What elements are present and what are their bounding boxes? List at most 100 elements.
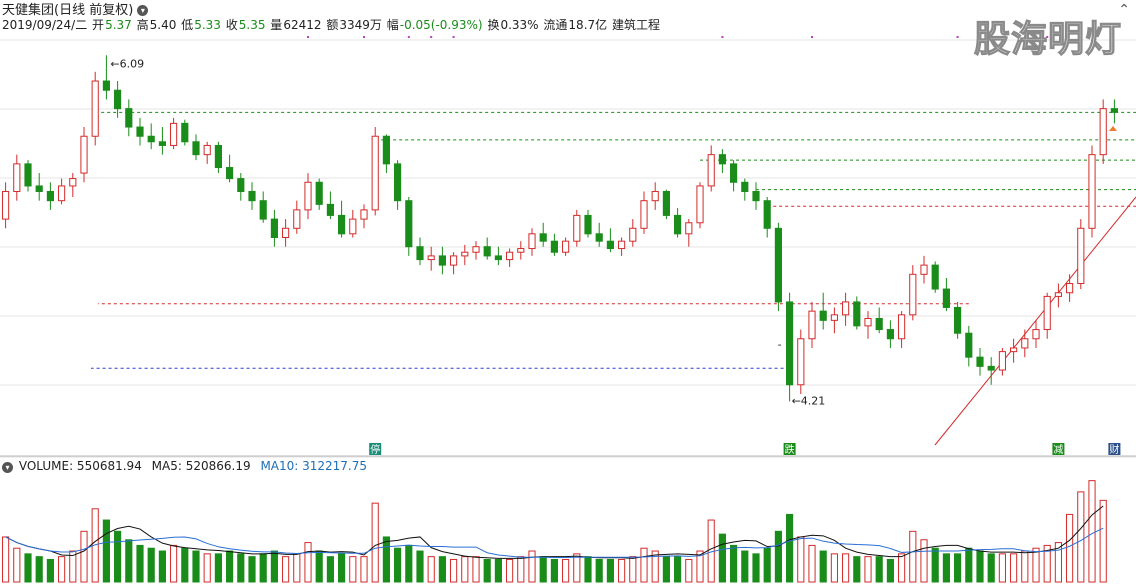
volume-bar xyxy=(326,556,334,583)
candle-body xyxy=(562,240,570,253)
open-value: 5.37 xyxy=(105,18,132,32)
volume-bar xyxy=(304,542,312,583)
candle-body xyxy=(629,227,637,242)
candle-body xyxy=(158,141,166,146)
ma10-label: MA10: 312217.75 xyxy=(260,459,368,473)
kline-chart[interactable]: ←6.09 ←4.21 - 停 跌 减 财 xyxy=(0,0,1136,584)
volume-bar xyxy=(718,533,726,583)
event-flag-label: 减 xyxy=(1053,444,1063,456)
volume-bar xyxy=(920,539,928,583)
candle-body xyxy=(360,209,368,220)
candle-body xyxy=(920,264,928,275)
volume-toggle-icon[interactable]: ▾ xyxy=(2,462,13,473)
candle-body xyxy=(1021,338,1029,349)
stock-title: 天健集团(日线 前复权) ▾ xyxy=(2,3,149,18)
float-value: 18.7亿 xyxy=(568,18,608,32)
volume-bar xyxy=(830,553,838,583)
volume-bar xyxy=(797,536,805,583)
low-value: 5.33 xyxy=(194,18,221,32)
candle-body xyxy=(170,122,178,146)
volume-bar xyxy=(763,547,771,583)
volume-bar xyxy=(1021,550,1029,583)
amount-label: 额 xyxy=(326,18,339,32)
volume-bar xyxy=(237,553,245,583)
volume-bar xyxy=(192,550,200,583)
candle-body xyxy=(304,181,312,211)
volume-bar xyxy=(584,556,592,583)
volume-bar xyxy=(360,556,368,583)
candle-body xyxy=(595,233,603,242)
quote-line: 2019/09/24/二 开5.37 高5.40 低5.33 收5.35 量62… xyxy=(2,18,661,32)
latest-marker-icon xyxy=(1109,126,1117,131)
candle-body xyxy=(1032,329,1040,340)
volume-bar xyxy=(203,553,211,583)
candle-body xyxy=(830,314,838,321)
volume-bar xyxy=(562,558,570,583)
volume-label: 量 xyxy=(270,18,283,32)
event-dot xyxy=(956,36,959,38)
candle-body xyxy=(326,203,334,216)
chart-canvas[interactable]: ←6.09 ←4.21 - 停 跌 减 财 xyxy=(0,0,1136,584)
volume-bar xyxy=(181,547,189,583)
close-label: 收 xyxy=(225,18,238,32)
close-icon[interactable]: ⌃ xyxy=(1118,2,1130,18)
candle-body xyxy=(427,255,435,261)
dropdown-icon[interactable]: ▾ xyxy=(137,5,149,16)
volume-bar xyxy=(315,550,323,583)
volume-bar xyxy=(998,553,1006,583)
volume-bar xyxy=(1077,491,1085,583)
candle-body xyxy=(886,329,894,340)
candle-body xyxy=(472,246,480,253)
volume-bar xyxy=(853,556,861,583)
candle-body xyxy=(618,240,626,250)
volume-bar xyxy=(909,530,917,583)
candle-body xyxy=(707,154,715,187)
candle-body xyxy=(270,218,278,239)
candle-body xyxy=(181,122,189,143)
candle-body xyxy=(696,185,704,224)
volume-bar xyxy=(774,530,782,583)
candle-body xyxy=(24,163,32,187)
volume-bar xyxy=(338,553,346,583)
candle-body xyxy=(606,240,614,250)
candle-body xyxy=(730,163,738,183)
volume-bar xyxy=(24,553,32,583)
candle-body xyxy=(1010,347,1018,353)
volume-bar xyxy=(438,556,446,583)
min-price-label: ←4.21 xyxy=(792,394,826,407)
candle-body xyxy=(752,190,760,202)
volume-bar xyxy=(931,547,939,583)
title-text: 天健集团(日线 前复权) xyxy=(2,3,134,18)
candle-body xyxy=(46,190,54,202)
candle-body xyxy=(1066,283,1074,294)
volume-bar xyxy=(573,553,581,583)
candle-body xyxy=(506,251,514,261)
volume-bar xyxy=(114,530,122,583)
volume-bar xyxy=(741,550,749,583)
volume-header: ▾ VOLUME: 550681.94 MA5: 520866.19 MA10:… xyxy=(2,459,373,473)
candle-body xyxy=(192,141,200,156)
volume-bar xyxy=(640,547,648,583)
volume-bar xyxy=(730,544,738,583)
volume-bar xyxy=(875,556,883,583)
candle-body xyxy=(853,301,861,327)
volume-bar xyxy=(506,558,514,583)
candle-body xyxy=(774,227,782,303)
candle-body xyxy=(718,154,726,165)
volume-bar xyxy=(461,556,469,583)
candle-body xyxy=(237,178,245,192)
volume-bar xyxy=(102,519,110,583)
candle-body xyxy=(102,80,110,91)
turnover-value: 0.33% xyxy=(500,18,539,32)
candle-body xyxy=(539,233,547,242)
volume-bar xyxy=(416,550,424,583)
volume-bar xyxy=(864,556,872,583)
candle-body xyxy=(114,89,122,110)
volume-bar xyxy=(786,513,794,583)
candle-body xyxy=(371,135,379,211)
candle-body xyxy=(550,240,558,253)
volume-bar xyxy=(450,558,458,583)
candle-body xyxy=(786,301,794,386)
volume-value: 62412 xyxy=(283,18,322,32)
candle-body xyxy=(338,214,346,235)
